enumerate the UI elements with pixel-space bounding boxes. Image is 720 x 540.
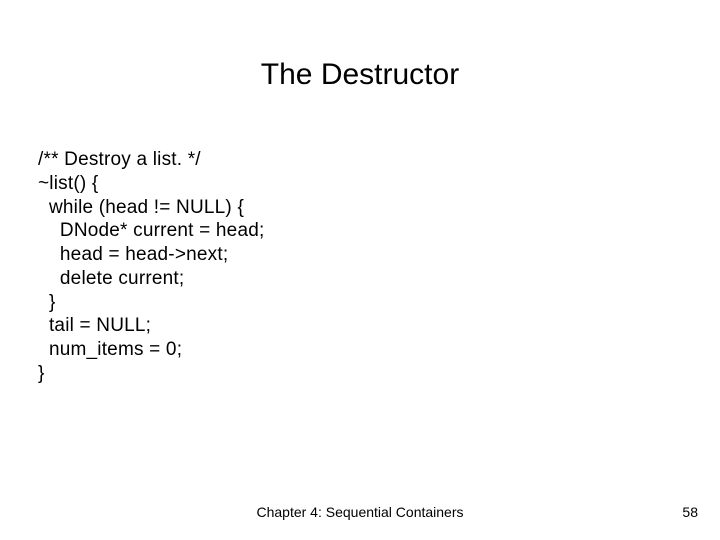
slide: The Destructor /** Destroy a list. */ ~l…: [0, 0, 720, 540]
slide-title: The Destructor: [0, 58, 720, 92]
code-block: /** Destroy a list. */ ~list() { while (…: [38, 148, 264, 386]
footer-chapter: Chapter 4: Sequential Containers: [0, 504, 720, 520]
footer-page-number: 58: [682, 504, 698, 520]
